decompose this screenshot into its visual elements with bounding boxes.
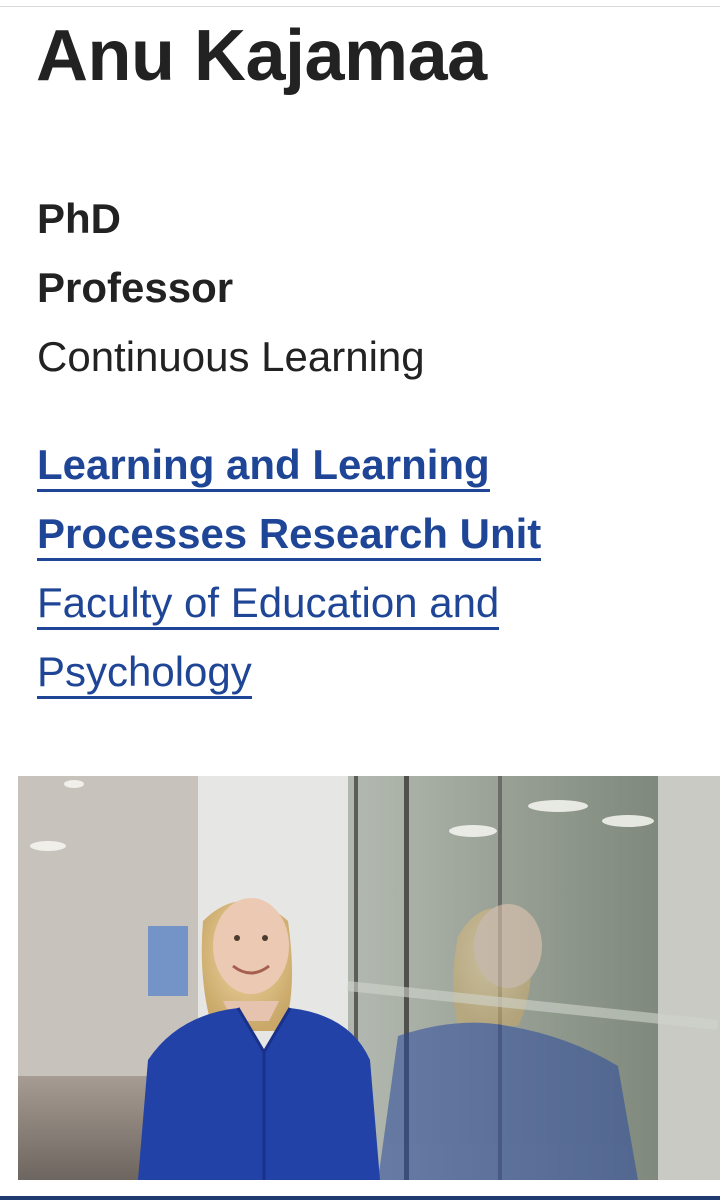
research-unit-link-wrapper-2: Processes Research Unit	[37, 499, 657, 568]
faculty-line1: Faculty of Education and	[37, 579, 500, 626]
faculty-line2: Psychology	[37, 648, 252, 695]
bottom-accent-bar	[0, 1196, 720, 1200]
degree: PhD	[37, 195, 121, 242]
research-unit-line2: Processes Research Unit	[37, 510, 542, 557]
field: Continuous Learning	[37, 333, 425, 380]
affiliation-links: Learning and Learning Processes Research…	[37, 430, 657, 706]
job-title: Professor	[37, 264, 234, 311]
research-unit-link-line2[interactable]: Processes Research Unit	[37, 510, 542, 561]
research-unit-link-wrapper: Learning and Learning	[37, 430, 657, 499]
profile-photo-illustration	[18, 776, 720, 1180]
person-name: Anu Kajamaa	[36, 16, 487, 96]
research-unit-line1: Learning and Learning	[37, 441, 490, 488]
faculty-link-wrapper: Faculty of Education and	[37, 568, 657, 637]
top-divider	[0, 6, 720, 7]
profile-photo	[18, 776, 720, 1180]
profile-details: PhD Professor Continuous Learning	[37, 184, 697, 391]
faculty-link-line2[interactable]: Psychology	[37, 648, 252, 699]
faculty-link-wrapper-2: Psychology	[37, 637, 657, 706]
research-unit-link[interactable]: Learning and Learning	[37, 441, 490, 492]
faculty-link[interactable]: Faculty of Education and	[37, 579, 500, 630]
